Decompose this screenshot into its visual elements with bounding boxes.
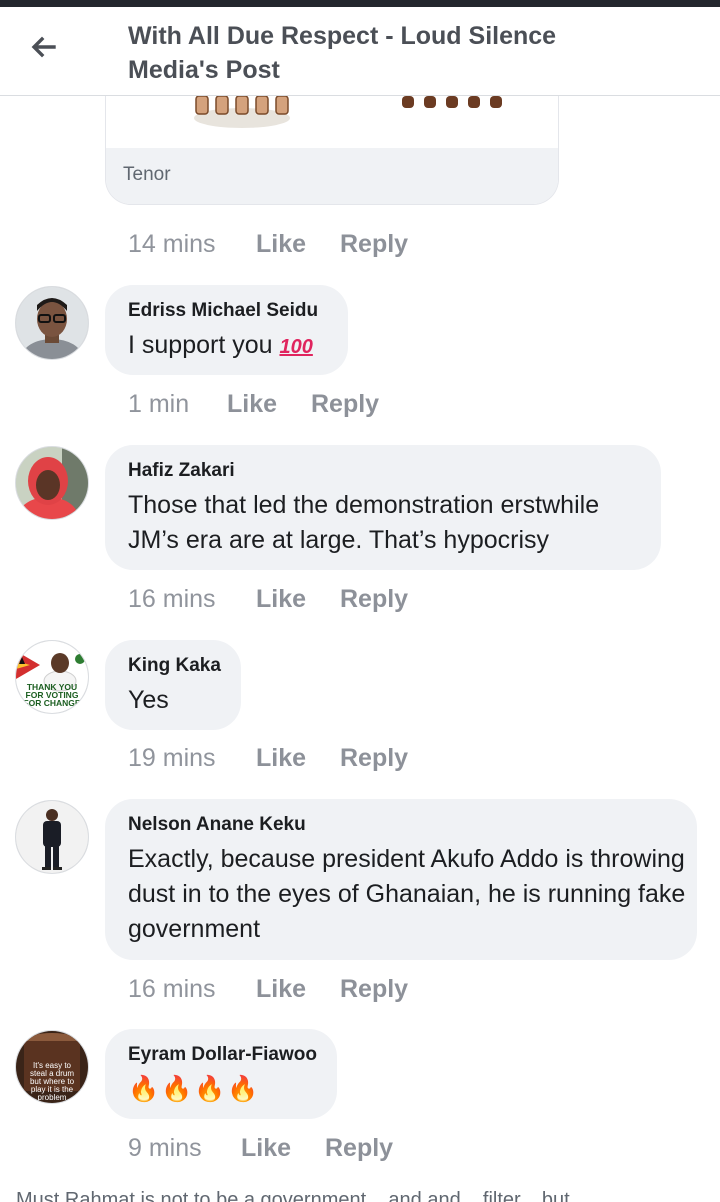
timestamp: 14 mins — [128, 230, 216, 258]
comment-author[interactable]: Nelson Anane Keku — [128, 814, 306, 836]
like-button[interactable]: Like — [256, 744, 306, 773]
gif-hands-right — [402, 96, 502, 108]
comment-text: Those that led the demonstration erstwhi… — [128, 491, 600, 554]
page-header: With All Due Respect - Loud Silence Medi… — [0, 7, 720, 96]
timestamp: 19 mins — [128, 744, 216, 772]
svg-text:problem: problem — [38, 1093, 67, 1102]
gif-attachment[interactable]: Tenor — [105, 96, 559, 205]
back-arrow-icon — [31, 36, 56, 58]
hundred-points-icon: 100 — [279, 336, 313, 358]
comment-bubble[interactable]: Nelson Anane Keku Exactly, because presi… — [105, 799, 697, 960]
timestamp: 16 mins — [128, 585, 216, 613]
like-button[interactable]: Like — [256, 230, 306, 259]
gif-image — [106, 96, 558, 148]
reply-button[interactable]: Reply — [325, 1134, 393, 1163]
timestamp: 1 min — [128, 390, 190, 418]
comment-bubble[interactable]: Eyram Dollar-Fiawoo 🔥🔥🔥🔥 — [105, 1029, 337, 1119]
comment-bubble[interactable]: Hafiz Zakari Those that led the demonstr… — [105, 445, 661, 570]
reply-button[interactable]: Reply — [340, 230, 408, 259]
comment-bubble[interactable]: Edriss Michael Seidu I support you 100 — [105, 285, 348, 375]
comment-author[interactable]: Hafiz Zakari — [128, 460, 235, 482]
comment-author[interactable]: King Kaka — [128, 655, 221, 677]
back-button[interactable] — [22, 29, 66, 65]
reply-button[interactable]: Reply — [311, 390, 379, 419]
reply-button[interactable]: Reply — [340, 585, 408, 614]
comment-text: I support you 100 — [128, 331, 313, 359]
like-button[interactable]: Like — [256, 975, 306, 1004]
gif-source-label: Tenor — [106, 148, 558, 204]
comment-bubble[interactable]: King Kaka Yes — [105, 640, 241, 730]
timestamp: 9 mins — [128, 1134, 202, 1162]
comment-text: Exactly, because president Akufo Addo is… — [128, 845, 686, 943]
reply-button[interactable]: Reply — [340, 975, 408, 1004]
reply-button[interactable]: Reply — [340, 744, 408, 773]
svg-text:FOR CHANGE: FOR CHANGE — [23, 698, 80, 708]
comment-author[interactable]: Eyram Dollar-Fiawoo — [128, 1044, 317, 1066]
like-button[interactable]: Like — [241, 1134, 291, 1163]
fire-emoji-icons: 🔥🔥🔥🔥 — [128, 1075, 261, 1103]
next-comment-partial: Must Rahmat is not to be a government...… — [16, 1189, 587, 1202]
avatar[interactable]: It's easy to steal a drum but where to p… — [15, 1030, 89, 1104]
gif-hands-left — [194, 96, 290, 128]
avatar[interactable] — [15, 286, 89, 360]
page-title: With All Due Respect - Loud Silence Medi… — [128, 22, 557, 84]
avatar[interactable] — [15, 800, 89, 874]
like-button[interactable]: Like — [227, 390, 277, 419]
avatar[interactable]: THANK YOU FOR VOTING FOR CHANGE — [15, 640, 89, 714]
like-button[interactable]: Like — [256, 585, 306, 614]
timestamp: 16 mins — [128, 975, 216, 1003]
comment-text: Yes — [128, 686, 169, 714]
status-strip — [0, 0, 720, 7]
avatar[interactable] — [15, 446, 89, 520]
comment-author[interactable]: Edriss Michael Seidu — [128, 300, 318, 322]
